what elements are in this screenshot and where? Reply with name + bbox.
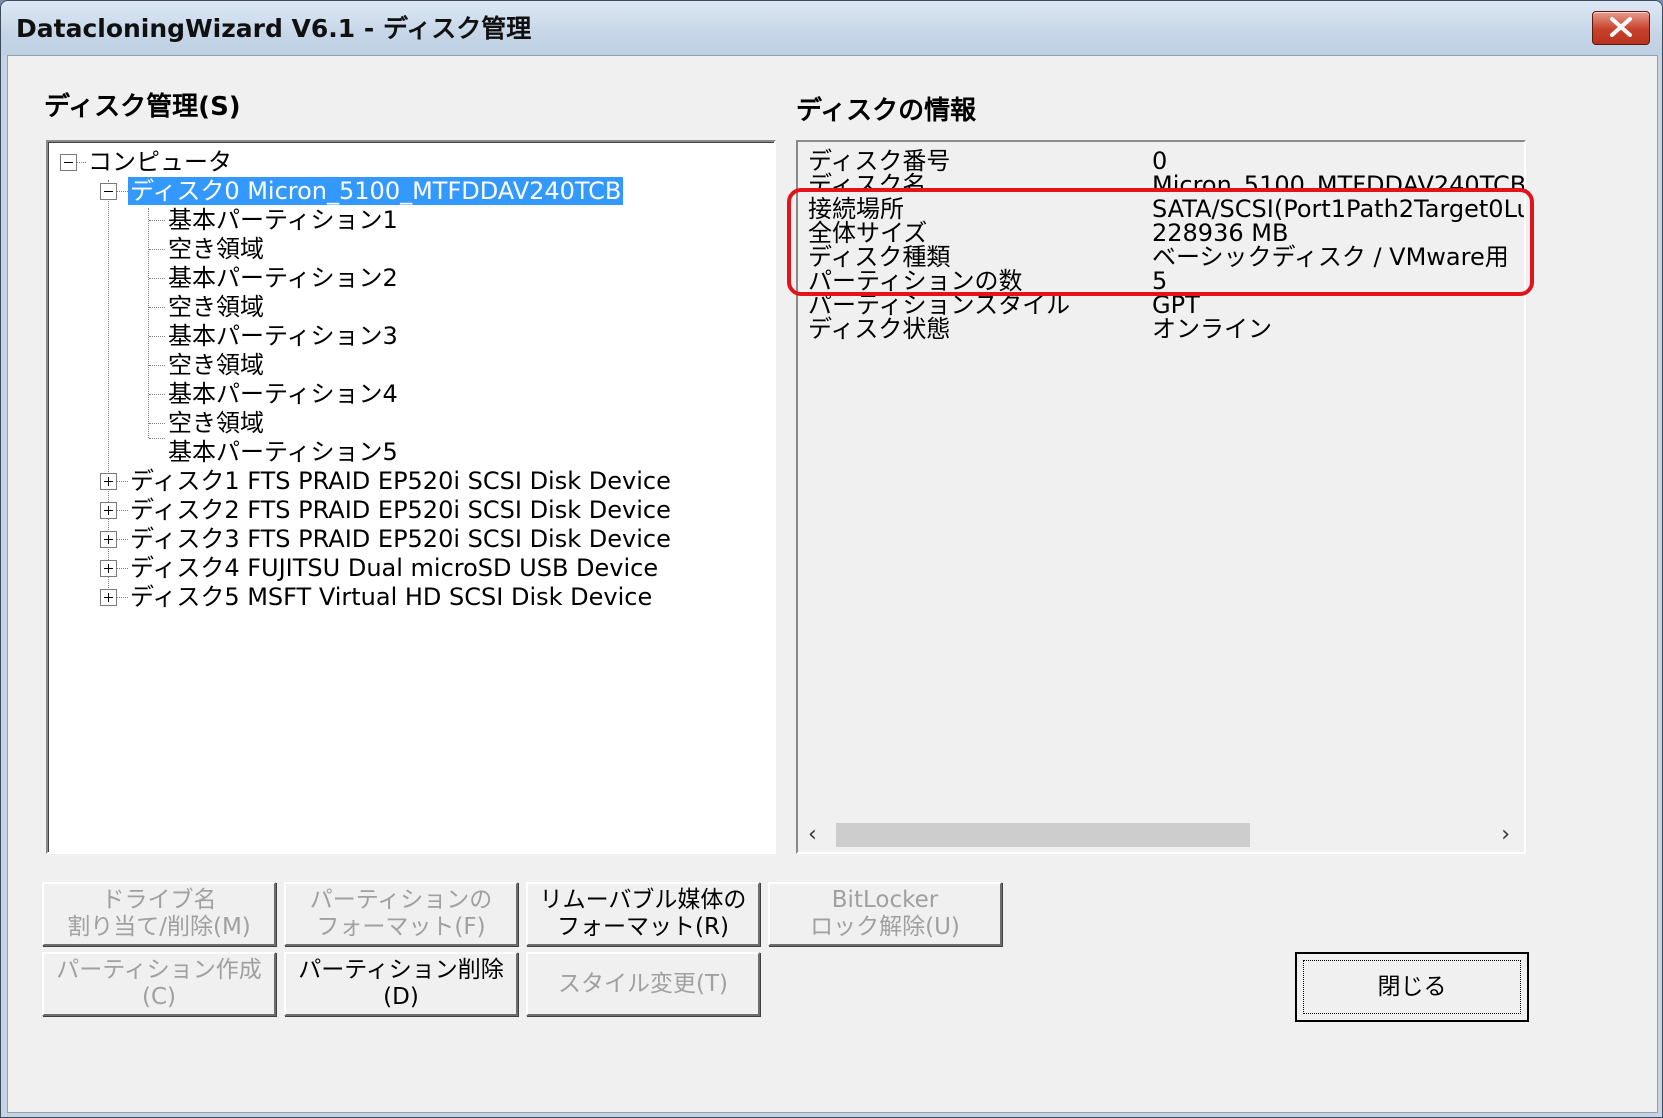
bitlocker-unlock-button[interactable]: BitLocker ロック解除(U): [768, 882, 1002, 946]
horizontal-scrollbar[interactable]: ‹ ›: [798, 818, 1524, 852]
tree-line: [149, 423, 165, 424]
tree-node-disk4[interactable]: ディスク4 FUJITSU Dual microSD USB Device: [130, 554, 658, 582]
collapse-root-icon[interactable]: [60, 154, 77, 171]
tree-line: [149, 278, 165, 279]
tree-line: [116, 568, 128, 569]
tree-line: [149, 365, 165, 366]
info-key: ディスク番号: [808, 147, 951, 175]
create-partition-button[interactable]: パーティション作成(C): [42, 952, 276, 1016]
tree-node-free-space[interactable]: 空き領域: [168, 351, 264, 379]
tree-node-disk2[interactable]: ディスク2 FTS PRAID EP520i SCSI Disk Device: [130, 496, 671, 524]
tree-line: [116, 191, 128, 192]
tree-node-free-space[interactable]: 空き領域: [168, 293, 264, 321]
expand-disk5-icon[interactable]: [100, 589, 117, 606]
title-bar[interactable]: DatacloningWizard V6.1 - ディスク管理: [1, 1, 1662, 55]
tree-node-disk5[interactable]: ディスク5 MSFT Virtual HD SCSI Disk Device: [130, 583, 652, 611]
tree-node-disk3[interactable]: ディスク3 FTS PRAID EP520i SCSI Disk Device: [130, 525, 671, 553]
tree-line: [149, 249, 165, 250]
expand-disk4-icon[interactable]: [100, 560, 117, 577]
close-button[interactable]: 閉じる: [1295, 952, 1529, 1022]
dialog-window: DatacloningWizard V6.1 - ディスク管理 ディスク管理(S…: [0, 0, 1663, 1118]
disk-management-label: ディスク管理(S): [44, 92, 241, 122]
change-style-button[interactable]: スタイル変更(T): [526, 952, 760, 1016]
tree-node-partition[interactable]: 基本パーティション5: [168, 438, 398, 466]
tree-line: [76, 162, 86, 163]
expand-disk2-icon[interactable]: [100, 502, 117, 519]
tree-node-partition[interactable]: 基本パーティション3: [168, 322, 398, 350]
tree-node-free-space[interactable]: 空き領域: [168, 235, 264, 263]
close-icon: [1610, 17, 1632, 37]
tree-line: [149, 394, 165, 395]
tree-node-free-space[interactable]: 空き領域: [168, 409, 264, 437]
tree-line: [149, 438, 165, 439]
tree-node-computer[interactable]: コンピュータ: [88, 148, 232, 176]
tree-node-partition[interactable]: 基本パーティション2: [168, 264, 398, 292]
format-removable-button[interactable]: リムーバブル媒体の フォーマット(R): [526, 882, 760, 946]
tree-node-partition[interactable]: 基本パーティション1: [168, 206, 398, 234]
tree-line: [116, 481, 128, 482]
scroll-left-icon[interactable]: ‹: [808, 822, 817, 847]
expand-disk3-icon[interactable]: [100, 531, 117, 548]
highlight-annotation: [787, 188, 1534, 296]
disk-info-label: ディスクの情報: [796, 96, 977, 126]
tree-line: [149, 307, 165, 308]
dialog-client-area: ディスク管理(S) コンピュータ ディスク0 Micron_5100_MTFDD…: [7, 55, 1658, 1113]
scrollbar-thumb[interactable]: [836, 823, 1250, 847]
tree-line: [108, 180, 109, 590]
info-key: ディスク状態: [808, 315, 951, 343]
close-window-button[interactable]: [1592, 11, 1650, 45]
disk-tree-view[interactable]: コンピュータ ディスク0 Micron_5100_MTFDDAV240TCB 基…: [46, 140, 776, 854]
tree-node-disk0[interactable]: ディスク0 Micron_5100_MTFDDAV240TCB: [128, 177, 624, 205]
info-row-disk-status: ディスク状態 オンライン: [798, 316, 1524, 342]
scroll-right-icon[interactable]: ›: [1501, 822, 1510, 847]
window-title: DatacloningWizard V6.1 - ディスク管理: [16, 14, 532, 43]
delete-partition-button[interactable]: パーティション削除(D): [284, 952, 518, 1016]
info-value: 0: [1152, 147, 1168, 175]
tree-line: [149, 220, 165, 221]
info-row-disk-number: ディスク番号 0: [798, 148, 1524, 174]
tree-line: [149, 336, 165, 337]
tree-node-partition[interactable]: 基本パーティション4: [168, 380, 398, 408]
tree-line: [148, 208, 149, 438]
tree-line: [116, 597, 128, 598]
collapse-disk0-icon[interactable]: [100, 183, 117, 200]
format-partition-button[interactable]: パーティションの フォーマット(F): [284, 882, 518, 946]
tree-line: [116, 539, 128, 540]
info-value: オンライン: [1152, 315, 1272, 343]
expand-disk1-icon[interactable]: [100, 473, 117, 490]
tree-node-disk1[interactable]: ディスク1 FTS PRAID EP520i SCSI Disk Device: [130, 467, 671, 495]
tree-line: [116, 510, 128, 511]
drive-letter-button[interactable]: ドライブ名 割り当て/削除(M): [42, 882, 276, 946]
